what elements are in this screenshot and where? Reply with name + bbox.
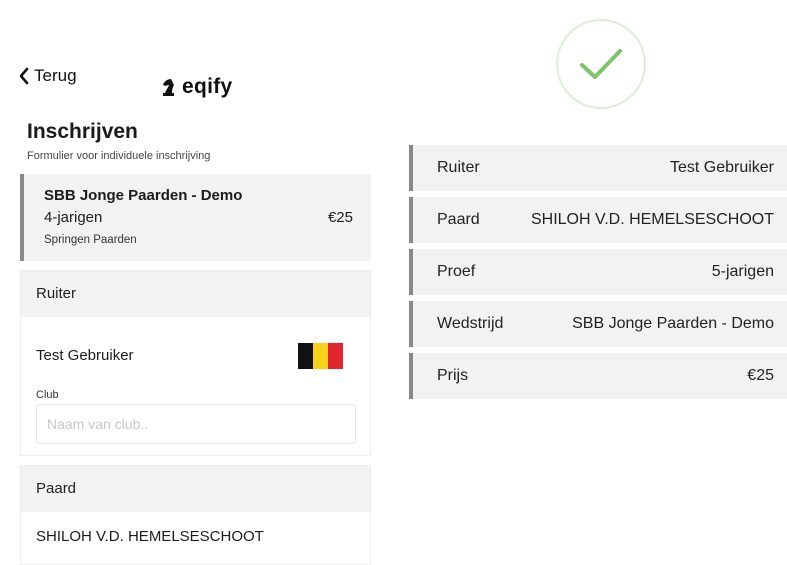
summary-row-wedstrijd: Wedstrijd SBB Jonge Paarden - Demo	[409, 301, 787, 347]
summary-row-proef: Proef 5-jarigen	[409, 249, 787, 295]
summary-row-paard: Paard SHILOH V.D. HEMELSESCHOOT	[409, 197, 787, 243]
summary-label: Ruiter	[437, 159, 480, 176]
club-input[interactable]	[36, 404, 356, 444]
event-discipline: Springen Paarden	[44, 234, 137, 246]
page-title: Inschrijven	[27, 120, 138, 143]
event-class: 4-jarigen	[44, 209, 103, 226]
summary-label: Paard	[437, 211, 480, 228]
flag-band-red	[328, 343, 343, 369]
summary-value: SHILOH V.D. HEMELSESCHOOT	[530, 211, 774, 228]
summary-value: €25	[747, 367, 774, 384]
summary-row-ruiter: Ruiter Test Gebruiker	[409, 145, 787, 191]
chess-knight-icon	[163, 79, 174, 96]
event-card: SBB Jonge Paarden - Demo 4-jarigen €25 S…	[20, 174, 371, 261]
summary-row-prijs: Prijs €25	[409, 353, 787, 399]
flag-band-black	[298, 343, 313, 369]
horse-name: SHILOH V.D. HEMELSESCHOOT	[36, 528, 264, 545]
summary-label: Wedstrijd	[437, 315, 504, 332]
horse-section-heading: Paard	[21, 466, 370, 512]
summary-value: Test Gebruiker	[669, 159, 774, 176]
belgium-flag-icon	[298, 343, 343, 369]
event-price: €25	[327, 209, 353, 226]
flag-band-yellow	[313, 343, 328, 369]
rider-section-heading: Ruiter	[21, 271, 370, 317]
rider-section: Ruiter Test Gebruiker Club	[20, 270, 371, 456]
back-label: Terug	[34, 66, 77, 85]
brand-name: eqify	[182, 75, 233, 98]
summary-label: Prijs	[437, 367, 469, 384]
success-check	[556, 19, 646, 109]
back-button[interactable]: Terug	[18, 66, 77, 86]
checkmark-icon	[580, 49, 622, 79]
summary-value: SBB Jonge Paarden - Demo	[572, 315, 774, 332]
summary-value: 5-jarigen	[711, 263, 774, 280]
club-label: Club	[36, 389, 59, 401]
event-name: SBB Jonge Paarden - Demo	[44, 187, 243, 204]
rider-name: Test Gebruiker	[36, 347, 134, 364]
horse-section: Paard SHILOH V.D. HEMELSESCHOOT	[20, 465, 371, 565]
brand-logo: eqify	[160, 75, 233, 99]
chevron-left-icon	[19, 67, 29, 85]
page-subtitle: Formulier voor individuele inschrijving	[27, 150, 211, 162]
summary-label: Proef	[437, 263, 476, 280]
